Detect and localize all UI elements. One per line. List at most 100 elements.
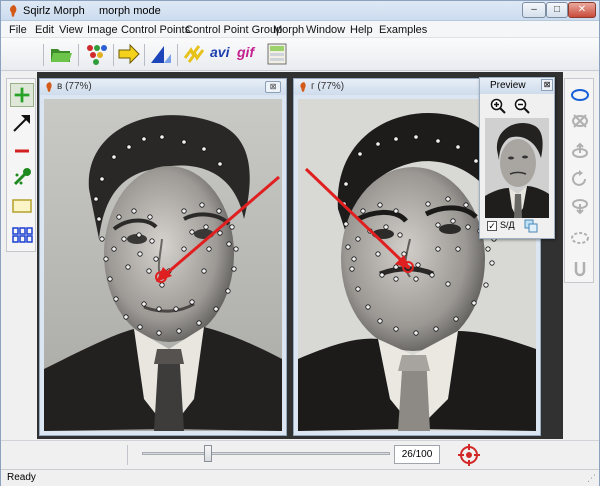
control-point[interactable] (343, 181, 349, 187)
control-point[interactable] (156, 306, 162, 312)
control-points-icon[interactable] (84, 42, 108, 66)
menu-image[interactable]: Image (87, 24, 118, 36)
control-point[interactable] (425, 201, 431, 207)
control-point[interactable] (393, 326, 399, 332)
control-point[interactable] (360, 208, 366, 214)
control-point[interactable] (121, 236, 127, 242)
menu-control-point-group[interactable]: Control Point Group (185, 24, 282, 36)
menu-control-points[interactable]: Control Points (121, 24, 190, 36)
control-point[interactable] (159, 134, 165, 140)
control-point[interactable] (123, 314, 129, 320)
resize-grip-icon[interactable]: ⋰ (587, 473, 596, 484)
menu-file[interactable]: File (9, 24, 27, 36)
control-point[interactable] (435, 246, 441, 252)
frame-slider-thumb[interactable] (204, 445, 213, 462)
menu-window[interactable]: Window (306, 24, 345, 36)
maximize-button[interactable]: □ (546, 2, 568, 18)
control-point[interactable] (111, 154, 117, 160)
grid-icon[interactable] (10, 223, 34, 247)
control-point[interactable] (345, 244, 351, 250)
control-point[interactable] (375, 251, 381, 257)
control-point[interactable] (233, 246, 239, 252)
control-point[interactable] (136, 232, 142, 238)
control-point[interactable] (203, 224, 209, 230)
control-point[interactable] (181, 246, 187, 252)
eyedropper-icon[interactable] (10, 165, 34, 189)
control-point[interactable] (213, 306, 219, 312)
control-point[interactable] (206, 246, 212, 252)
triangle-warp-icon[interactable] (149, 42, 173, 66)
control-point[interactable] (99, 176, 105, 182)
control-point[interactable] (377, 318, 383, 324)
control-point[interactable] (141, 136, 147, 142)
control-point[interactable] (483, 282, 489, 288)
control-point[interactable] (393, 136, 399, 142)
control-point[interactable] (149, 238, 155, 244)
control-point[interactable] (351, 256, 357, 262)
control-point[interactable] (125, 264, 131, 270)
control-point[interactable] (377, 202, 383, 208)
control-point[interactable] (225, 288, 231, 294)
control-point[interactable] (357, 151, 363, 157)
zoom-in-icon[interactable] (490, 98, 506, 114)
move-point-arrow-icon[interactable] (10, 111, 34, 135)
control-point[interactable] (181, 139, 187, 145)
copy-icon[interactable] (524, 219, 538, 233)
control-point[interactable] (343, 221, 349, 227)
add-point-icon[interactable] (10, 83, 34, 107)
control-point[interactable] (413, 276, 419, 282)
source-image-window[interactable]: в (77%) ⊠ (39, 78, 287, 436)
save-avi-button[interactable]: avi (210, 44, 234, 68)
rotate-down-icon[interactable] (570, 196, 590, 216)
control-point[interactable] (429, 272, 435, 278)
preview-close-button[interactable]: ⊠ (541, 79, 553, 91)
forward-arrow-icon[interactable] (117, 42, 141, 66)
control-point[interactable] (226, 241, 232, 247)
control-point[interactable] (445, 196, 451, 202)
control-point[interactable] (349, 266, 355, 272)
control-point[interactable] (217, 230, 223, 236)
control-point[interactable] (393, 264, 399, 270)
control-point[interactable] (141, 301, 147, 307)
control-point[interactable] (96, 216, 102, 222)
control-point[interactable] (131, 208, 137, 214)
menu-edit[interactable]: Edit (35, 24, 54, 36)
clear-shape-icon[interactable] (570, 111, 590, 131)
control-point[interactable] (393, 208, 399, 214)
control-point[interactable] (383, 224, 389, 230)
control-point[interactable] (393, 276, 399, 282)
delete-point-icon[interactable] (10, 139, 34, 163)
control-point[interactable] (156, 330, 162, 336)
control-point[interactable] (93, 196, 99, 202)
control-point[interactable] (113, 296, 119, 302)
minimize-button[interactable]: – (522, 2, 546, 18)
control-point[interactable] (217, 161, 223, 167)
control-point[interactable] (189, 229, 195, 235)
close-button[interactable]: ✕ (568, 2, 596, 18)
control-point[interactable] (229, 224, 235, 230)
control-point[interactable] (355, 236, 361, 242)
control-point[interactable] (189, 299, 195, 305)
control-point[interactable] (201, 146, 207, 152)
undo-u-icon[interactable] (570, 259, 590, 279)
control-point[interactable] (201, 268, 207, 274)
control-point[interactable] (199, 202, 205, 208)
dashed-ellipse-icon[interactable] (570, 228, 590, 248)
menu-examples[interactable]: Examples (379, 24, 427, 36)
menu-morph[interactable]: Morph (273, 24, 304, 36)
control-point[interactable] (147, 214, 153, 220)
preview-title-bar[interactable]: Preview ⊠ (480, 78, 554, 94)
source-window-title-bar[interactable]: в (77%) ⊠ (40, 79, 286, 95)
menu-help[interactable]: Help (350, 24, 373, 36)
control-point[interactable] (146, 268, 152, 274)
control-point[interactable] (453, 316, 459, 322)
source-window-close-button[interactable]: ⊠ (265, 81, 281, 93)
control-point[interactable] (365, 304, 371, 310)
control-point[interactable] (196, 320, 202, 326)
control-point[interactable] (413, 134, 419, 140)
control-point[interactable] (137, 324, 143, 330)
zoom-out-icon[interactable] (514, 98, 530, 114)
frame-slider-track[interactable] (142, 452, 390, 455)
control-point[interactable] (355, 286, 361, 292)
control-point[interactable] (176, 328, 182, 334)
